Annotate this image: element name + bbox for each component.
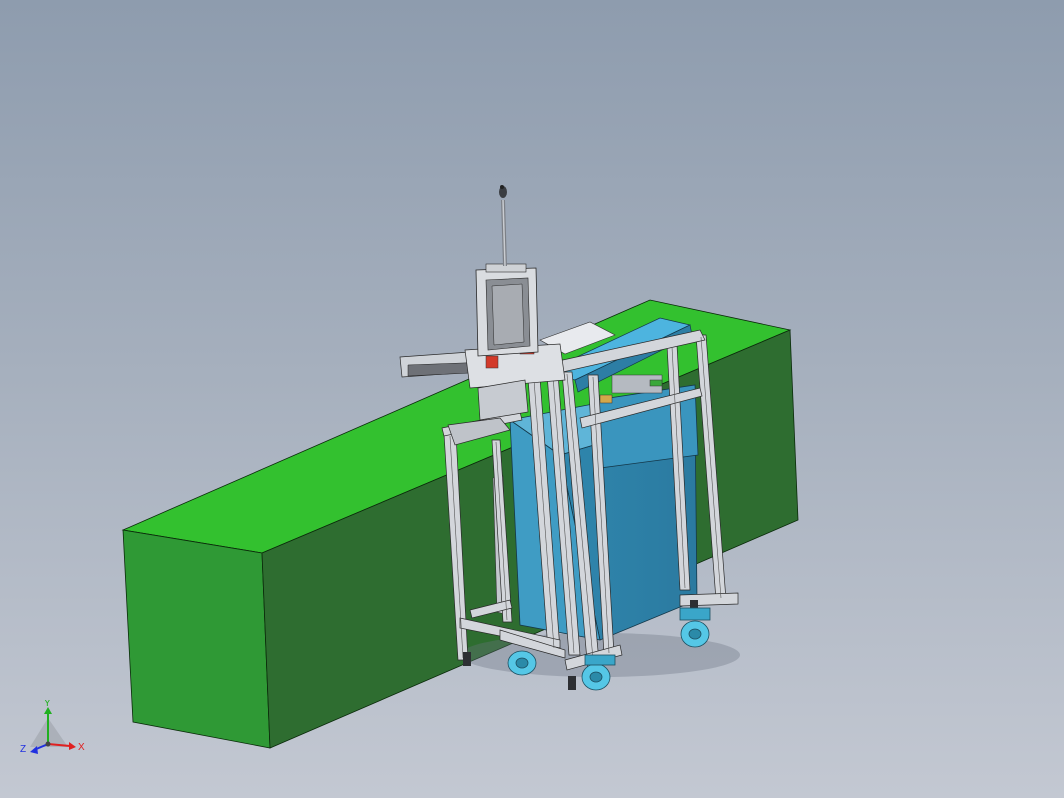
vertical-slide[interactable] [475, 185, 539, 357]
view-orientation-triad[interactable]: Y X Z [18, 700, 88, 762]
x-axis-label: X [78, 742, 85, 753]
model-scene[interactable] [0, 0, 1064, 798]
y-axis-label: Y [44, 700, 51, 709]
z-axis-arrow-icon [30, 746, 38, 754]
x-axis-arrow-icon [69, 742, 76, 750]
z-axis-label: Z [20, 744, 26, 755]
graphics-viewport[interactable]: Y X Z [0, 0, 1064, 798]
